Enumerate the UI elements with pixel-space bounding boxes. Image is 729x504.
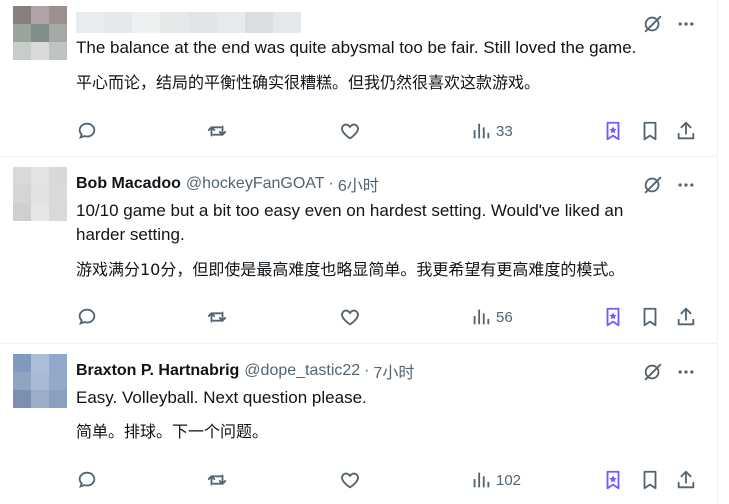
tweet-translation: 简单。排球。下一个问题。 [76, 422, 269, 441]
bookmark-icon [639, 469, 661, 491]
bookmark-button[interactable] [639, 119, 661, 143]
retweet-icon [206, 120, 228, 142]
views-button[interactable]: 102 [470, 468, 521, 492]
avatar[interactable] [13, 6, 67, 60]
reply-icon [76, 120, 98, 142]
user-handle[interactable]: @dope_tastic22 [244, 362, 360, 380]
retweet-icon [206, 306, 228, 328]
timestamp[interactable]: 7小时 [374, 359, 415, 383]
share-button[interactable] [675, 468, 697, 492]
separator-dot: · [328, 175, 334, 192]
like-icon [339, 120, 361, 142]
grok-icon[interactable] [642, 13, 664, 35]
grok-bookmark-icon [602, 120, 624, 142]
retweet-button[interactable] [206, 305, 228, 329]
tweet-actions: 33 [76, 119, 702, 143]
reply-button[interactable] [76, 468, 98, 492]
display-name[interactable]: Bob Macadoo [76, 175, 181, 193]
user-handle[interactable]: @hockeyFanGOAT [186, 175, 325, 193]
retweet-button[interactable] [206, 468, 228, 492]
blurred-username [76, 12, 301, 33]
share-button[interactable] [675, 119, 697, 143]
bookmark-icon [639, 306, 661, 328]
tweet-reply[interactable]: Braxton P. Hartnabrig @dope_tastic22 · 7… [0, 344, 718, 504]
grok-bookmark-button[interactable] [602, 305, 624, 329]
like-button[interactable] [339, 119, 361, 143]
display-name[interactable]: Braxton P. Hartnabrig [76, 362, 239, 380]
share-icon [675, 469, 697, 491]
views-count: 56 [496, 308, 513, 326]
reply-button[interactable] [76, 305, 98, 329]
tweet-translation: 平心而论，结局的平衡性确实很糟糕。但我仍然很喜欢这款游戏。 [76, 73, 541, 92]
views-count: 102 [496, 471, 522, 489]
tweet-top-actions [642, 361, 696, 383]
grok-bookmark-icon [602, 469, 624, 491]
like-icon [339, 306, 361, 328]
share-button[interactable] [675, 305, 697, 329]
views-count: 33 [496, 122, 513, 140]
retweet-button[interactable] [206, 119, 228, 143]
more-icon[interactable] [676, 175, 696, 195]
tweet-translation: 游戏满分10分，但即使是最高难度也略显简单。我更希望有更高难度的模式。 [76, 260, 625, 279]
tweet-top-actions [642, 13, 696, 35]
tweet-actions: 102 [76, 468, 702, 492]
reply-button[interactable] [76, 119, 98, 143]
avatar[interactable] [13, 354, 67, 408]
like-button[interactable] [339, 468, 361, 492]
share-icon [675, 306, 697, 328]
bookmark-icon [639, 120, 661, 142]
bookmark-button[interactable] [639, 468, 661, 492]
tweet-text: 10/10 game but a bit too easy even on ha… [76, 201, 624, 244]
more-icon[interactable] [676, 362, 696, 382]
separator-dot: · [364, 362, 370, 379]
replies-feed: The balance at the end was quite abysmal… [0, 0, 718, 504]
grok-icon[interactable] [642, 361, 664, 383]
avatar[interactable] [13, 167, 67, 221]
tweet-header: Bob Macadoo @hockeyFanGOAT · 6小时 [76, 173, 379, 195]
retweet-icon [206, 469, 228, 491]
like-button[interactable] [339, 305, 361, 329]
views-icon [470, 306, 492, 328]
tweet-header: Braxton P. Hartnabrig @dope_tastic22 · 7… [76, 360, 414, 382]
tweet-text: Easy. Volleyball. Next question please. [76, 388, 367, 407]
grok-icon[interactable] [642, 174, 664, 196]
more-icon[interactable] [676, 14, 696, 34]
tweet-reply[interactable]: The balance at the end was quite abysmal… [0, 0, 718, 157]
tweet-text: The balance at the end was quite abysmal… [76, 38, 637, 57]
grok-bookmark-icon [602, 306, 624, 328]
tweet-actions: 56 [76, 305, 702, 329]
bookmark-button[interactable] [639, 305, 661, 329]
tweet-reply[interactable]: Bob Macadoo @hockeyFanGOAT · 6小时 10/10 g… [0, 157, 718, 344]
like-icon [339, 469, 361, 491]
views-button[interactable]: 56 [470, 305, 513, 329]
grok-bookmark-button[interactable] [602, 119, 624, 143]
reply-icon [76, 469, 98, 491]
views-button[interactable]: 33 [470, 119, 513, 143]
views-icon [470, 120, 492, 142]
views-icon [470, 469, 492, 491]
reply-icon [76, 306, 98, 328]
grok-bookmark-button[interactable] [602, 468, 624, 492]
share-icon [675, 120, 697, 142]
tweet-top-actions [642, 174, 696, 196]
timestamp[interactable]: 6小时 [338, 172, 379, 196]
